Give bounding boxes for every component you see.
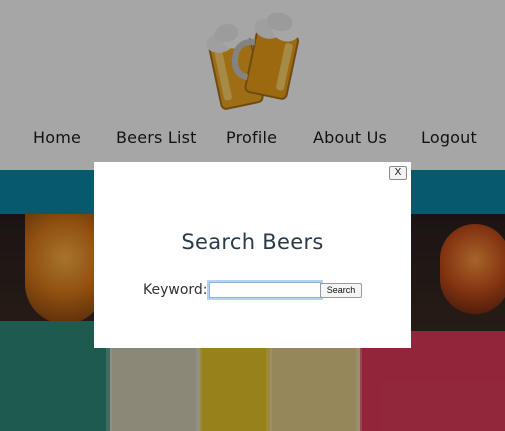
keyword-label: Keyword:: [143, 282, 208, 298]
keyword-input[interactable]: [209, 282, 321, 298]
search-modal: X Search Beers Keyword: Search: [94, 162, 411, 348]
close-button[interactable]: X: [389, 166, 407, 180]
modal-title: Search Beers: [181, 230, 324, 254]
search-form: Keyword: Search: [143, 280, 403, 302]
search-button[interactable]: Search: [320, 283, 362, 298]
